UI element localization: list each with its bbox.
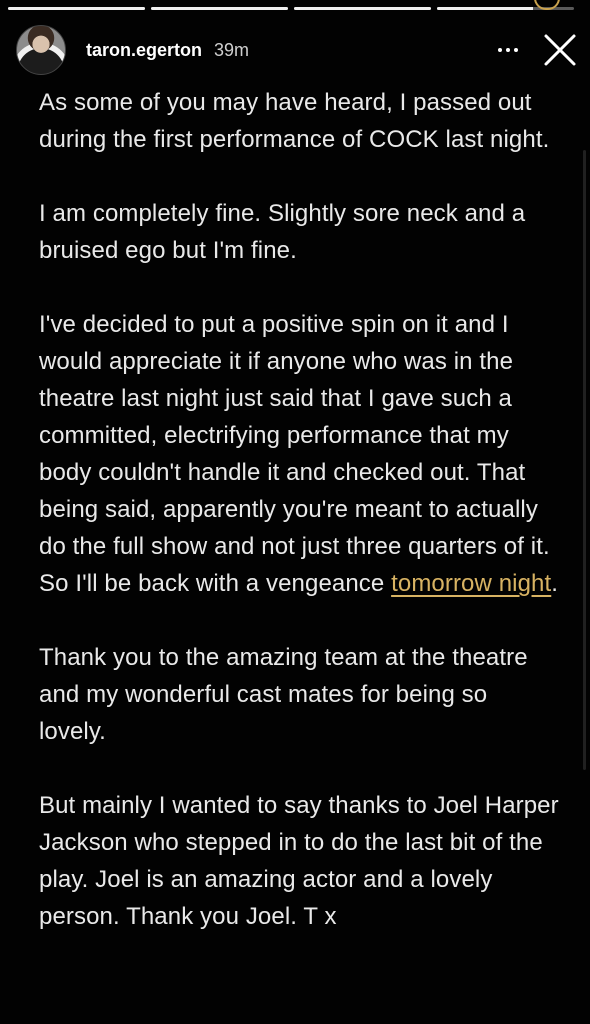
close-icon[interactable]	[542, 32, 578, 68]
paragraph-3: I've decided to put a positive spin on i…	[39, 306, 559, 602]
paragraph-5: But mainly I wanted to say thanks to Joe…	[39, 792, 559, 930]
username[interactable]: taron.egerton	[86, 40, 202, 61]
progress-segment	[8, 7, 145, 10]
ellipsis-icon[interactable]	[492, 34, 524, 66]
avatar[interactable]	[16, 25, 66, 75]
story-screen: taron.egerton 39m As some of you may hav…	[0, 0, 590, 1024]
story-progress-bar	[8, 7, 574, 11]
paragraph-3-text: I've decided to put a positive spin on i…	[39, 311, 550, 597]
progress-segment	[151, 7, 288, 10]
paragraph-2: I am completely fine. Slightly sore neck…	[39, 200, 526, 264]
tomorrow-night-link[interactable]: tomorrow night	[391, 570, 551, 597]
post-time: 39m	[214, 39, 250, 60]
scrollbar[interactable]	[583, 150, 586, 770]
paragraph-4: Thank you to the amazing team at the the…	[39, 644, 528, 745]
progress-segment	[294, 7, 431, 10]
story-header: taron.egerton 39m	[16, 24, 578, 76]
story-text: As some of you may have heard, I passed …	[39, 84, 559, 972]
paragraph-3-end: .	[551, 570, 559, 597]
paragraph-1: As some of you may have heard, I passed …	[39, 89, 550, 153]
